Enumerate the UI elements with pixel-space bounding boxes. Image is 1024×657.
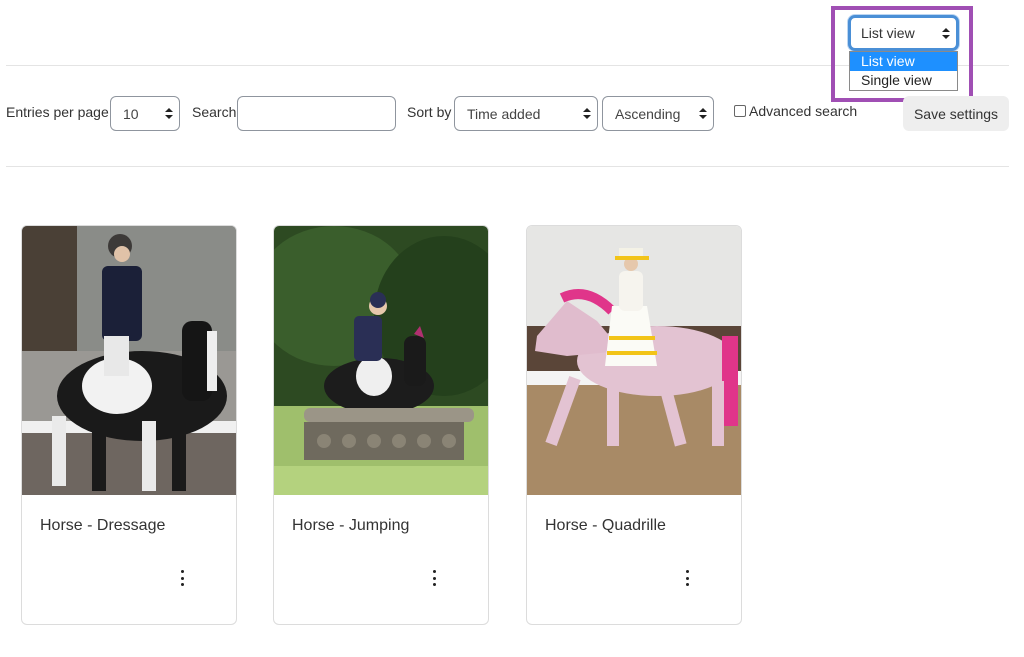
sort-by-label: Sort by	[407, 104, 452, 120]
entry-title[interactable]: Horse - Quadrille	[545, 517, 666, 535]
horse-quadrille-image[interactable]	[527, 226, 741, 495]
advanced-search-checkbox[interactable]	[734, 105, 746, 117]
view-mode-options-list: List view Single view	[849, 51, 958, 91]
kebab-menu-icon[interactable]	[176, 570, 188, 586]
advanced-search-label: Advanced search	[749, 103, 858, 119]
advanced-search-toggle[interactable]: Advanced search	[734, 103, 857, 119]
entry-card: Horse - Quadrille	[526, 225, 742, 625]
select-updown-icon	[159, 108, 179, 119]
entry-card: Horse - Jumping	[273, 225, 489, 625]
entries-per-page-select[interactable]: 10	[110, 96, 180, 131]
entry-card: Horse - Dressage	[21, 225, 237, 625]
sort-order-select[interactable]: Ascending	[602, 96, 714, 131]
filter-divider	[6, 166, 1009, 167]
search-input[interactable]	[237, 96, 396, 131]
select-updown-icon	[693, 108, 713, 119]
search-label: Search	[192, 104, 237, 120]
select-updown-icon	[577, 108, 597, 119]
entries-per-page-value: 10	[123, 105, 139, 122]
sort-field-value: Time added	[467, 105, 541, 122]
sort-field-select[interactable]: Time added	[454, 96, 598, 131]
option-list-view[interactable]: List view	[850, 52, 957, 71]
view-mode-select[interactable]: List view	[848, 15, 959, 51]
horse-dressage-image[interactable]	[22, 226, 236, 495]
entry-title[interactable]: Horse - Jumping	[292, 517, 409, 535]
kebab-menu-icon[interactable]	[681, 570, 693, 586]
save-settings-button[interactable]: Save settings	[903, 96, 1009, 131]
horse-jumping-image[interactable]	[274, 226, 488, 495]
select-updown-icon	[936, 27, 956, 39]
entries-per-page-label: Entries per page	[6, 104, 109, 120]
kebab-menu-icon[interactable]	[428, 570, 440, 586]
sort-order-value: Ascending	[615, 105, 681, 122]
option-single-view[interactable]: Single view	[850, 71, 957, 90]
view-mode-select-value: List view	[861, 25, 915, 41]
entry-title[interactable]: Horse - Dressage	[40, 517, 165, 535]
